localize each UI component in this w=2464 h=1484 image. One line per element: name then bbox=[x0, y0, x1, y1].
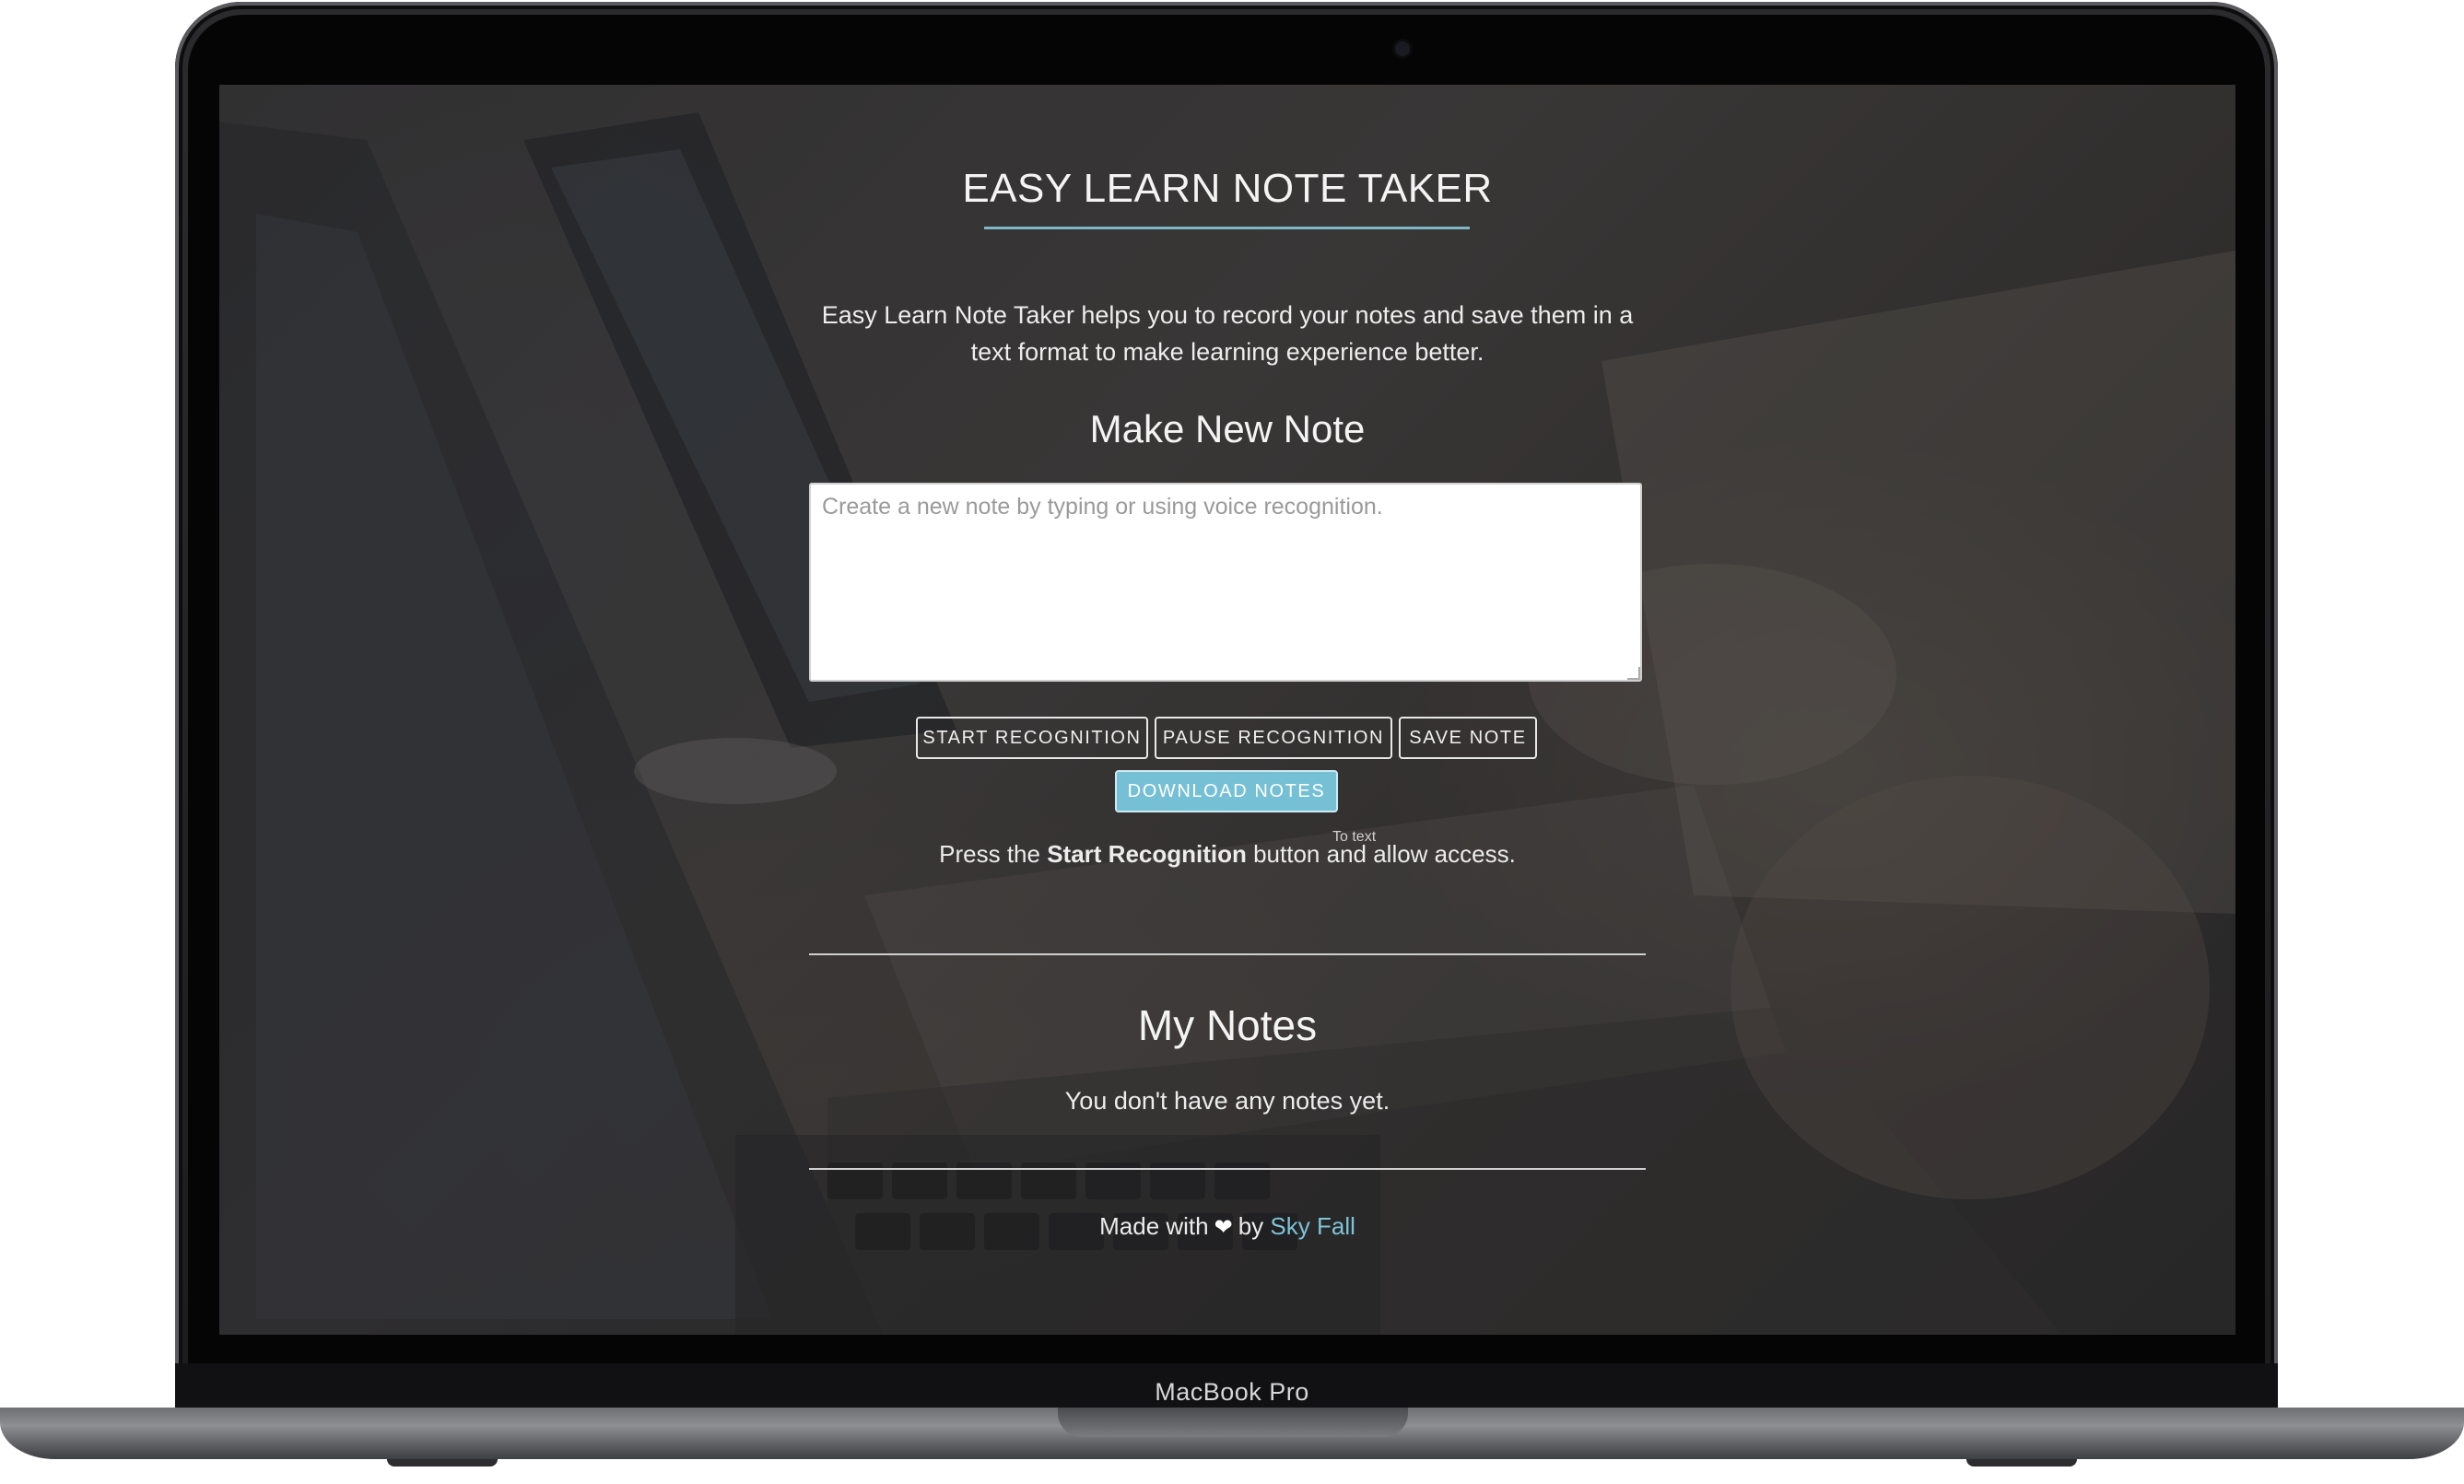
instruction-before: Press the bbox=[939, 840, 1048, 868]
instruction-bold: Start Recognition bbox=[1047, 840, 1247, 868]
title-underline bbox=[984, 227, 1470, 229]
intro-text: Easy Learn Note Taker helps you to recor… bbox=[821, 301, 1634, 366]
laptop-foot-left bbox=[387, 1459, 498, 1466]
instruction-text: Press the Start Recognition button and a… bbox=[219, 840, 2235, 869]
device-brand-label: MacBook Pro bbox=[1155, 1378, 1309, 1406]
instruction-after: button and allow access. bbox=[1246, 840, 1516, 868]
footer-made-with: Made with bbox=[1099, 1212, 1209, 1240]
my-notes-heading: My Notes bbox=[1137, 1001, 1318, 1049]
app-content: EASY LEARN NOTE TAKER Easy Learn Note Ta… bbox=[219, 85, 2235, 1335]
empty-notes-message: You don't have any notes yet. bbox=[1064, 1087, 1390, 1115]
heart-icon: ❤ bbox=[1214, 1215, 1233, 1240]
author-link[interactable]: Sky Fall bbox=[1270, 1212, 1355, 1240]
divider bbox=[809, 1168, 1646, 1170]
webcam-icon bbox=[1395, 41, 1410, 56]
page-title: EASY LEARN NOTE TAKER bbox=[962, 166, 1493, 211]
resize-handle-icon[interactable] bbox=[1627, 667, 1640, 680]
start-recognition-button[interactable]: START RECOGNITION bbox=[916, 717, 1148, 759]
pause-recognition-button[interactable]: PAUSE RECOGNITION bbox=[1155, 717, 1392, 759]
app-screen: EASY LEARN NOTE TAKER Easy Learn Note Ta… bbox=[219, 85, 2235, 1335]
save-note-button[interactable]: SAVE NOTE bbox=[1399, 717, 1537, 759]
footer: Made with ❤ by Sky Fall bbox=[219, 1212, 2235, 1241]
laptop-foot-right bbox=[1966, 1459, 2077, 1466]
note-textarea[interactable] bbox=[809, 483, 1642, 682]
download-notes-button[interactable]: DOWNLOAD NOTES bbox=[1115, 770, 1338, 812]
divider bbox=[809, 953, 1646, 955]
footer-by: by bbox=[1238, 1212, 1264, 1240]
make-note-heading: Make New Note bbox=[1089, 407, 1366, 450]
laptop-opening-notch bbox=[1058, 1408, 1408, 1437]
